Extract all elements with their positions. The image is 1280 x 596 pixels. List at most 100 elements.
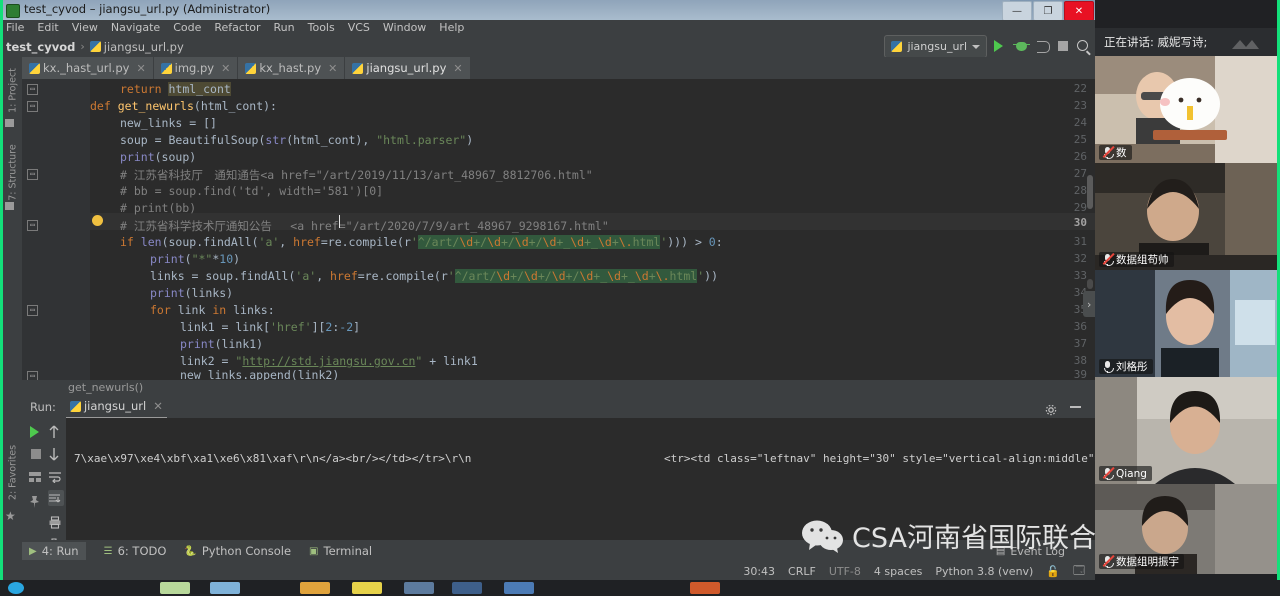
- editor-scrollbar-thumb[interactable]: [1087, 175, 1093, 209]
- gear-icon[interactable]: [1045, 401, 1057, 416]
- breadcrumb-project[interactable]: test_cyvod: [6, 40, 75, 54]
- microphone-muted-icon: [1102, 554, 1115, 568]
- participant-tile-2[interactable]: 数据组苟帅: [1095, 163, 1280, 270]
- close-button[interactable]: ✕: [1064, 1, 1094, 21]
- fold-marker[interactable]: ▭: [27, 101, 38, 112]
- taskbar-app-8[interactable]: [690, 582, 720, 594]
- participant-name-badge: 数据组苟帅: [1099, 252, 1174, 267]
- fold-marker[interactable]: ▭: [27, 305, 38, 316]
- scroll-to-end-button[interactable]: [48, 490, 64, 506]
- expand-panel-button[interactable]: ›: [1083, 291, 1095, 317]
- minimize-icon[interactable]: [1070, 406, 1081, 408]
- menu-help[interactable]: Help: [439, 20, 464, 36]
- menu-tools[interactable]: Tools: [308, 20, 335, 36]
- taskbar-app-7[interactable]: [504, 582, 534, 594]
- close-icon[interactable]: ✕: [328, 62, 337, 75]
- editor-status-strip: get_newurls(): [22, 380, 1095, 396]
- microphone-muted-icon: [1102, 466, 1115, 480]
- sidebar-item-structure[interactable]: 7: Structure: [8, 143, 19, 203]
- taskbar-app-1[interactable]: [160, 582, 190, 594]
- inspection-icon[interactable]: 🗔: [1073, 562, 1085, 581]
- rerun-button[interactable]: [28, 424, 44, 440]
- close-icon[interactable]: ✕: [153, 399, 163, 413]
- terminal-icon: ▣: [309, 545, 319, 557]
- taskbar-app-6[interactable]: [452, 582, 482, 594]
- menu-navigate[interactable]: Navigate: [111, 20, 160, 36]
- run-configuration-selector[interactable]: jiangsu_url: [884, 35, 987, 58]
- status-caret-position[interactable]: 30:43: [743, 565, 775, 578]
- tool-window-terminal[interactable]: ▣ Terminal: [309, 544, 372, 558]
- editor-tab-kx-hast-url[interactable]: kx._hast_url.py ✕: [22, 57, 153, 79]
- status-line-separator[interactable]: CRLF: [788, 565, 816, 578]
- menu-code[interactable]: Code: [173, 20, 201, 36]
- status-encoding[interactable]: UTF-8: [829, 565, 861, 578]
- pin-button[interactable]: [28, 494, 44, 510]
- editor-tab-kx-hast[interactable]: kx_hast.py ✕: [238, 57, 345, 79]
- stop-button[interactable]: [28, 446, 44, 462]
- fold-marker[interactable]: ▭: [27, 84, 38, 95]
- status-bar: 30:43 CRLF UTF-8 4 spaces Python 3.8 (ve…: [0, 562, 1095, 580]
- taskbar-app-2[interactable]: [210, 582, 240, 594]
- tool-window-label: Terminal: [323, 544, 373, 558]
- menu-view[interactable]: View: [72, 20, 98, 36]
- sidebar-item-project[interactable]: 1: Project: [8, 61, 19, 121]
- tool-window-run[interactable]: ▶ 4: Run: [22, 542, 86, 560]
- fold-gutter[interactable]: [68, 79, 90, 380]
- participant-tile-4[interactable]: Qiang: [1095, 377, 1280, 484]
- close-icon[interactable]: ✕: [136, 62, 145, 75]
- editor-tab-jiangsu-url[interactable]: jiangsu_url.py ✕: [345, 57, 470, 81]
- print-button[interactable]: [48, 514, 64, 530]
- start-button[interactable]: [8, 582, 24, 594]
- tool-window-todo[interactable]: ☰ 6: TODO: [104, 544, 167, 558]
- stop-button[interactable]: [1055, 38, 1071, 54]
- menu-vcs[interactable]: VCS: [348, 20, 370, 36]
- tool-window-python-console[interactable]: 🐍 Python Console: [184, 544, 291, 558]
- breadcrumb-file[interactable]: jiangsu_url.py: [104, 40, 184, 54]
- run-panel-header: Run: jiangsu_url ✕: [22, 395, 1095, 419]
- menu-file[interactable]: File: [6, 20, 24, 36]
- status-interpreter[interactable]: Python 3.8 (venv): [935, 565, 1033, 578]
- close-icon[interactable]: ✕: [453, 62, 462, 75]
- menu-edit[interactable]: Edit: [37, 20, 58, 36]
- soft-wrap-button[interactable]: [48, 468, 64, 484]
- fold-marker[interactable]: ▭: [27, 169, 38, 180]
- window-titlebar: test_cyvod – jiangsu_url.py (Administrat…: [0, 0, 1095, 21]
- sidebar-item-favorites[interactable]: 2: Favorites: [8, 443, 19, 503]
- menu-window[interactable]: Window: [383, 20, 426, 36]
- participant-tile-5[interactable]: 数据组明振宇: [1095, 484, 1280, 574]
- up-button[interactable]: [48, 424, 64, 440]
- participant-tile-3[interactable]: 刘格彤: [1095, 270, 1280, 377]
- run-panel-tab[interactable]: jiangsu_url ✕: [65, 395, 167, 419]
- python-icon: 🐍: [184, 545, 197, 557]
- structure-icon: [5, 202, 14, 210]
- code-editor[interactable]: 22 23 24 25 26 27 28 29 30 31 32 33 34 3…: [22, 79, 1095, 382]
- participant-name: 数据组明振宇: [1116, 556, 1179, 568]
- speaking-indicator-bar: 正在讲话: 威妮写诗;: [1095, 28, 1280, 56]
- run-with-coverage-button[interactable]: [1035, 38, 1051, 54]
- python-config-icon: [891, 41, 903, 52]
- participant-tile-1[interactable]: 数: [1095, 56, 1280, 163]
- menu-run[interactable]: Run: [274, 20, 295, 36]
- search-button[interactable]: [1075, 38, 1091, 54]
- down-button[interactable]: [48, 446, 64, 462]
- editor-tab-label: kx._hast_url.py: [43, 61, 130, 75]
- editor-tab-img[interactable]: img.py ✕: [153, 57, 238, 79]
- debug-button[interactable]: [1012, 38, 1030, 54]
- taskbar-app-3[interactable]: [300, 582, 330, 594]
- participant-name: 数据组苟帅: [1116, 254, 1169, 266]
- close-icon[interactable]: ✕: [221, 62, 230, 75]
- menu-refactor[interactable]: Refactor: [214, 20, 260, 36]
- code-text-area[interactable]: return html_cont def get_newurls(html_co…: [90, 79, 1095, 382]
- lock-icon[interactable]: 🔓: [1046, 565, 1060, 578]
- maximize-button[interactable]: ❐: [1033, 1, 1063, 21]
- pause-button[interactable]: [28, 468, 44, 484]
- minimize-button[interactable]: —: [1002, 1, 1032, 21]
- tool-window-label: 4: Run: [41, 544, 79, 558]
- run-button[interactable]: [991, 38, 1007, 54]
- project-folder-icon: [5, 119, 14, 127]
- list-icon: ☰: [103, 545, 113, 557]
- fold-marker[interactable]: ▭: [27, 220, 38, 231]
- status-indent[interactable]: 4 spaces: [874, 565, 923, 578]
- taskbar-app-5[interactable]: [404, 582, 434, 594]
- taskbar-app-4[interactable]: [352, 582, 382, 594]
